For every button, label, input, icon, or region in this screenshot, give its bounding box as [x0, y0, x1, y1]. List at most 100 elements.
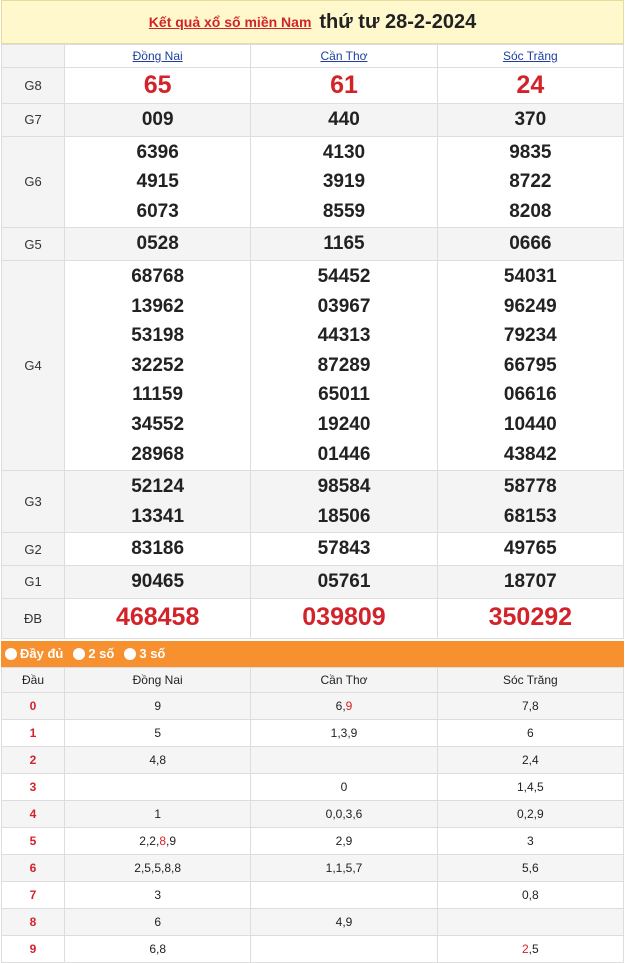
- prize-number: 68768: [131, 265, 185, 287]
- tail-digits-cell: [63, 772, 252, 801]
- head-digit-row: 6 2,5,5,8,8 1,1,5,7 5,6: [1, 853, 625, 882]
- prize-number: 96249: [503, 295, 557, 317]
- head-digit: 5: [1, 826, 65, 855]
- prize-number: 87289: [317, 354, 371, 376]
- prize-label: G2: [1, 532, 65, 566]
- prize-number: 18707: [503, 570, 557, 592]
- head-digit-row: 3 0 1,4,5: [1, 772, 625, 801]
- head-digit: 2: [1, 745, 65, 774]
- head-digit: 9: [1, 934, 65, 963]
- tab-2-digits[interactable]: 2 số: [73, 646, 114, 661]
- tail-digits-cell: 5: [63, 718, 252, 747]
- prize-number: 18506: [317, 505, 371, 527]
- prize-row-g2: G2 83186 57843 49765: [1, 532, 625, 566]
- prize-cell: 24: [436, 67, 625, 104]
- head-digit-row: 4 1 0,0,3,6 0,2,9: [1, 799, 625, 828]
- tail-digits-cell: 1: [63, 799, 252, 828]
- prize-number: 19240: [317, 413, 371, 435]
- tail-digits-cell: 2,5,5,8,8: [63, 853, 252, 882]
- province-link[interactable]: Cần Thơ: [320, 49, 367, 63]
- tail-digits-cell: 6: [63, 907, 252, 936]
- prize-number: 0666: [509, 233, 552, 255]
- prize-number: 52124: [131, 476, 185, 498]
- tail-digits-cell: 9: [63, 691, 252, 720]
- prize-cell: 58778 68153: [436, 470, 625, 534]
- tail-digits-cell: 2,4: [436, 745, 625, 774]
- display-mode-tabs: Đầy đủ 2 số 3 số: [1, 640, 624, 667]
- head-digit-header-row: Đầu Đồng Nai Cần Thơ Sóc Trăng: [1, 666, 625, 693]
- tail-digits-cell: 0,2,9: [436, 799, 625, 828]
- tail-digits-cell: 0: [250, 772, 438, 801]
- prize-cell: 6396 4915 6073: [63, 135, 252, 229]
- prize-number: 65: [143, 70, 172, 99]
- province-header: Sóc Trăng: [436, 666, 625, 693]
- prize-number: 440: [328, 109, 360, 130]
- tab-label: 3 số: [139, 646, 166, 661]
- prize-number: 54031: [503, 265, 557, 287]
- prize-number: 8559: [322, 200, 366, 222]
- prize-number: 3919: [322, 171, 366, 193]
- prize-cell: 52124 13341: [63, 470, 252, 534]
- tab-full[interactable]: Đầy đủ: [5, 646, 63, 661]
- tail-digits-cell: 1,4,5: [436, 772, 625, 801]
- results-title-bar: Kết quả xổ số miền Nam thứ tư 28-2-2024: [1, 0, 624, 44]
- prize-number: 009: [141, 109, 174, 130]
- prize-label: G4: [1, 259, 65, 472]
- prize-number: 66795: [503, 354, 557, 376]
- prize-cell: 370: [436, 103, 625, 137]
- prize-number: 65011: [318, 384, 370, 406]
- province-link[interactable]: Đồng Nai: [133, 49, 183, 63]
- prize-number: 54452: [317, 265, 371, 287]
- jackpot-number: 350292: [488, 603, 573, 632]
- prize-row-g8: G8 65 61 24: [1, 67, 625, 104]
- highlighted-tail-digit: 8: [159, 833, 166, 848]
- prize-row-g3: G3 52124 13341 98584 18506 58778 68153: [1, 470, 625, 534]
- prize-number: 28968: [131, 443, 185, 465]
- prize-number: 6396: [136, 141, 179, 163]
- prize-number: 53198: [131, 325, 185, 347]
- prize-cell: 440: [250, 103, 438, 137]
- prize-cell: 57843: [250, 532, 438, 566]
- results-title-link[interactable]: Kết quả xổ số miền Nam: [149, 14, 312, 30]
- prize-cell: 0528: [63, 227, 252, 261]
- prize-cell: 18707: [436, 564, 625, 599]
- prize-cell: 4130 3919 8559: [250, 135, 438, 229]
- tail-digits-cell: 4,8: [63, 745, 252, 774]
- prize-label: G5: [1, 227, 65, 261]
- tab-label: 2 số: [88, 646, 115, 661]
- results-date: thứ tư 28-2-2024: [319, 10, 477, 33]
- province-col: Cần Thơ: [250, 44, 438, 68]
- radio-icon[interactable]: [5, 647, 17, 660]
- prize-label: G7: [1, 103, 65, 137]
- tab-3-digits[interactable]: 3 số: [124, 646, 165, 661]
- tail-digits-cell: 3: [436, 826, 625, 855]
- prize-number: 43842: [503, 443, 557, 465]
- tail-digits-cell: 2,9: [250, 826, 438, 855]
- prize-cell: 65: [63, 67, 252, 104]
- province-link[interactable]: Sóc Trăng: [503, 49, 558, 63]
- province-col: Sóc Trăng: [436, 44, 625, 68]
- head-digit: 6: [1, 853, 65, 882]
- head-digit: 4: [1, 799, 65, 828]
- prize-number: 370: [514, 109, 547, 130]
- prize-number: 8208: [509, 200, 552, 222]
- prize-cell: 009: [63, 103, 252, 137]
- prize-cell: 49765: [436, 532, 625, 566]
- prize-row-db: ĐB 468458 039809 350292: [1, 597, 625, 639]
- prize-number: 05761: [317, 570, 371, 592]
- radio-icon[interactable]: [124, 647, 137, 660]
- tail-digits-cell: [436, 907, 625, 936]
- head-digit: 7: [1, 880, 65, 909]
- prize-cell: 61: [250, 67, 438, 104]
- head-digit-row: 1 5 1,3,9 6: [1, 718, 625, 747]
- tail-digits-cell: 6,9: [250, 691, 438, 720]
- tail-digits-cell: 0,8: [436, 880, 625, 909]
- head-digit: 3: [1, 772, 65, 801]
- prize-number: 24: [516, 70, 545, 99]
- head-digit-row: 2 4,8 2,4: [1, 745, 625, 774]
- radio-icon[interactable]: [73, 647, 86, 660]
- tail-digits-cell: [250, 880, 438, 909]
- prize-row-g1: G1 90465 05761 18707: [1, 564, 625, 599]
- highlighted-tail-digit: 9: [345, 698, 353, 713]
- tail-digits-cell: 1,3,9: [250, 718, 438, 747]
